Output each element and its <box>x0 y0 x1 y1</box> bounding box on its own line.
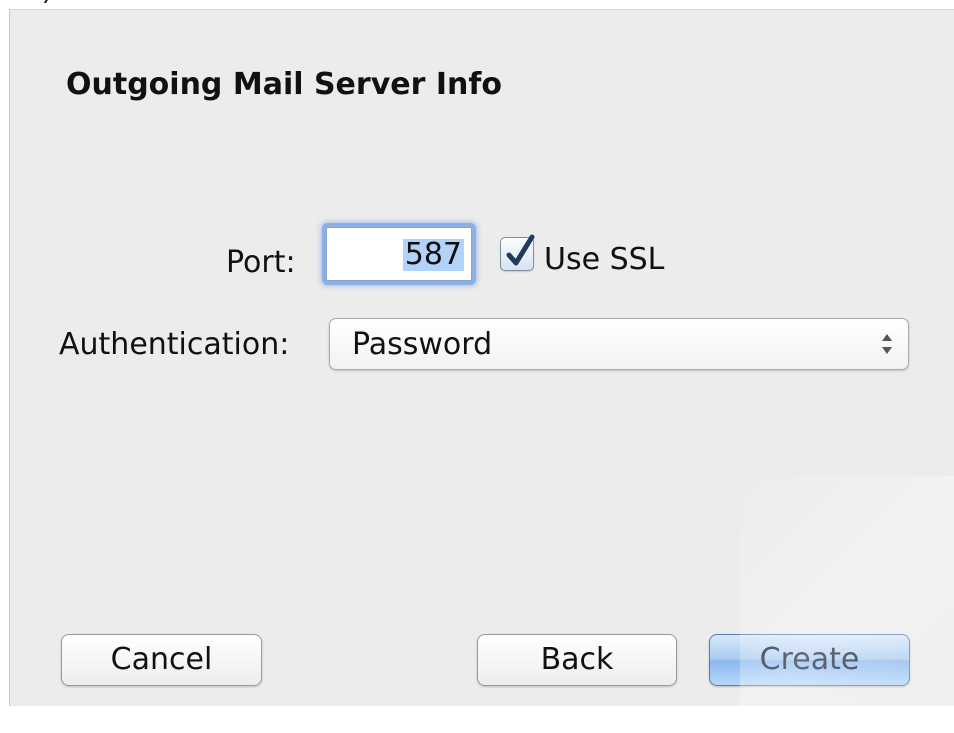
checkmark-icon <box>506 234 535 266</box>
authentication-select[interactable]: Password <box>329 318 909 370</box>
authentication-label: Authentication: <box>59 327 290 362</box>
dialog-title: Outgoing Mail Server Info <box>66 67 503 102</box>
use-ssl-checkbox[interactable] <box>500 234 535 271</box>
port-value: 587 <box>402 237 464 272</box>
cancel-button[interactable]: Cancel <box>61 634 262 686</box>
outgoing-mail-server-dialog: Outgoing Mail Server Info Port: 587 Use … <box>9 9 954 706</box>
port-input[interactable]: 587 <box>326 227 472 281</box>
port-label: Port: <box>226 245 296 280</box>
updown-arrows-icon <box>882 334 892 354</box>
authentication-selected-value: Password <box>352 327 493 362</box>
back-button[interactable]: Back <box>477 634 677 686</box>
use-ssl-label[interactable]: Use SSL <box>544 242 664 277</box>
screenshot-canvas: … ) … … … … … Outgoing Mail Server Info … <box>0 0 954 733</box>
cropped-top-text-line: … ) … … … … … <box>2 0 251 7</box>
create-button[interactable]: Create <box>709 634 910 686</box>
